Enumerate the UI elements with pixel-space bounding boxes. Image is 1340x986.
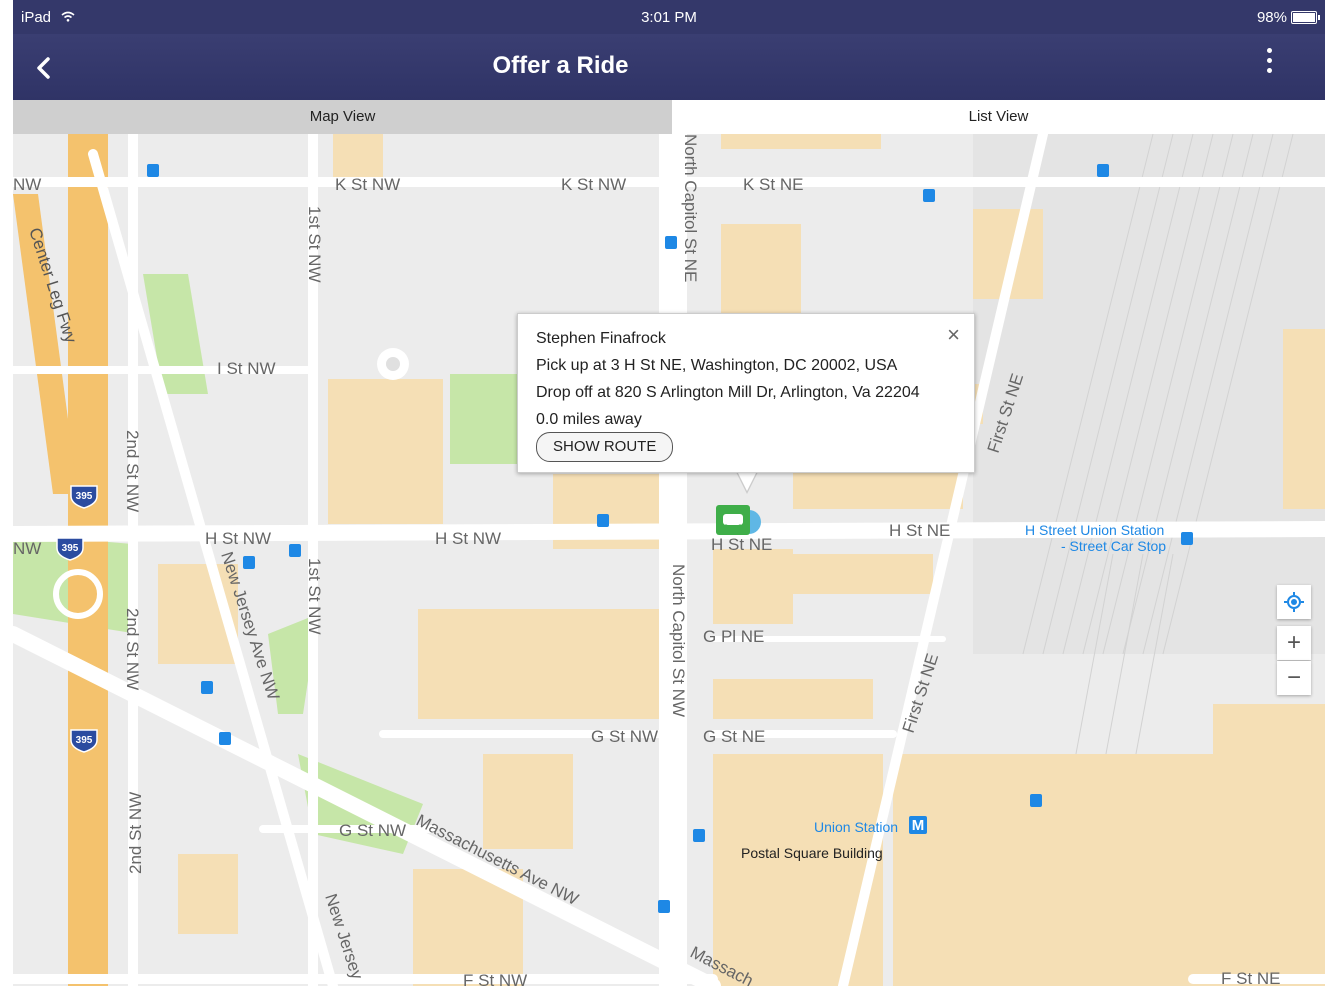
bus-stop-icon	[219, 732, 231, 745]
street-label: 2nd St NW	[126, 792, 145, 874]
svg-text:M: M	[912, 817, 925, 834]
nav-bar: Offer a Ride	[13, 34, 1325, 100]
street-label: G St NW	[339, 821, 406, 840]
street-label: I St NW	[217, 359, 276, 378]
street-label: H St NE	[711, 535, 772, 554]
bus-stop-icon	[693, 829, 705, 842]
bus-stop-icon	[147, 164, 159, 177]
street-label: G St NE	[703, 727, 765, 746]
street-label: 1st St NW	[305, 206, 324, 283]
status-bar: iPad 3:01 PM 98%	[13, 0, 1325, 34]
dropoff-address: Drop off at 820 S Arlington Mill Dr, Arl…	[536, 384, 920, 401]
street-label: H St NW	[205, 529, 271, 548]
street-label: North Capitol St NE	[681, 134, 700, 282]
ride-info-popup: Stephen Finafrock Pick up at 3 H St NE, …	[517, 313, 975, 473]
street-label: NW	[13, 175, 41, 194]
bus-stop-icon	[597, 514, 609, 527]
street-label: K St NE	[743, 175, 803, 194]
svg-text:395: 395	[76, 735, 93, 746]
street-label: 1st St NW	[305, 558, 324, 635]
streetcar-stop-label: - Street Car Stop	[1061, 538, 1166, 554]
close-icon[interactable]: ×	[947, 322, 960, 348]
rider-name: Stephen Finafrock	[536, 330, 666, 347]
bus-stop-icon	[243, 556, 255, 569]
street-label: G St NW	[591, 727, 658, 746]
union-station-label: Union Station	[814, 819, 898, 835]
tab-map-view[interactable]: Map View	[13, 100, 672, 134]
battery-icon	[1291, 11, 1320, 24]
street-label: K St NW	[561, 175, 626, 194]
clock: 3:01 PM	[641, 9, 697, 26]
distance-text: 0.0 miles away	[536, 411, 642, 428]
svg-text:395: 395	[62, 543, 79, 554]
street-label: H St NW	[435, 529, 501, 548]
zoom-out-button[interactable]: −	[1277, 661, 1311, 695]
battery-percent: 98%	[1256, 9, 1287, 26]
zoom-in-button[interactable]: +	[1277, 626, 1311, 660]
street-label: F St NE	[1221, 969, 1281, 986]
bus-stop-icon	[289, 544, 301, 557]
street-label: North Capitol St NW	[669, 564, 688, 717]
street-label: F St NW	[463, 971, 527, 986]
locate-icon[interactable]	[1277, 585, 1311, 619]
bus-stop-icon	[923, 189, 935, 202]
street-label: 2nd St NW	[123, 430, 142, 512]
postal-square-label: Postal Square Building	[741, 845, 883, 861]
tab-list-view[interactable]: List View	[672, 100, 1325, 135]
bus-stop-icon	[1097, 164, 1109, 177]
svg-text:395: 395	[76, 491, 93, 502]
street-label: H St NE	[889, 521, 950, 540]
street-label: G Pl NE	[703, 627, 764, 646]
street-label: 2nd St NW	[123, 608, 142, 690]
pickup-address: Pick up at 3 H St NE, Washington, DC 200…	[536, 357, 898, 374]
show-route-button[interactable]: SHOW ROUTE	[536, 432, 674, 462]
bus-stop-icon	[665, 236, 677, 249]
more-vertical-icon[interactable]	[1267, 48, 1275, 78]
bus-stop-icon	[1030, 794, 1042, 807]
streetcar-stop-label: H Street Union Station	[1025, 522, 1164, 538]
map[interactable]: 395 395 395 M NW K St NW K St NW K St NE…	[13, 134, 1325, 986]
bus-stop-icon	[201, 681, 213, 694]
bus-stop-icon	[658, 900, 670, 913]
street-label: NW	[13, 539, 41, 558]
street-label: K St NW	[335, 175, 400, 194]
streetcar-stop-icon	[1181, 532, 1193, 545]
view-tabs: Map View List View	[13, 100, 1325, 135]
page-title: Offer a Ride	[492, 52, 629, 79]
